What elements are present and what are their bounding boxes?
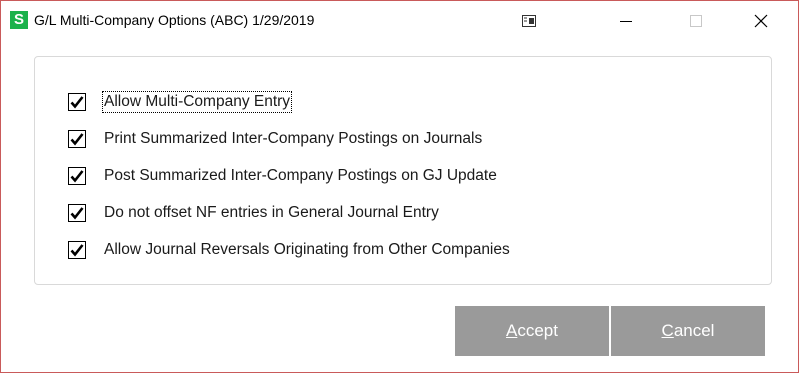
checkmark-icon	[70, 133, 84, 146]
title-bar[interactable]: S G/L Multi-Company Options (ABC) 1/29/2…	[1, 1, 798, 41]
close-button[interactable]	[738, 1, 784, 41]
checkbox[interactable]	[68, 130, 86, 148]
option-do-not-offset-nf-entries[interactable]: Do not offset NF entries in General Jour…	[68, 202, 439, 224]
option-post-summarized-postings[interactable]: Post Summarized Inter-Company Postings o…	[68, 165, 497, 187]
checkmark-icon	[70, 96, 84, 109]
options-dialog: S G/L Multi-Company Options (ABC) 1/29/2…	[0, 0, 799, 373]
maximize-icon	[690, 15, 702, 27]
checkbox[interactable]	[68, 167, 86, 185]
window-snap-icon	[522, 15, 536, 27]
cancel-button[interactable]: Cancel	[611, 306, 765, 356]
minimize-button[interactable]	[603, 1, 649, 41]
maximize-button[interactable]	[673, 1, 719, 41]
close-icon	[754, 14, 768, 28]
option-label: Post Summarized Inter-Company Postings o…	[104, 167, 497, 184]
option-allow-multi-company-entry[interactable]: Allow Multi-Company Entry	[68, 91, 293, 113]
accept-hotkey: A	[506, 321, 518, 340]
option-print-summarized-postings[interactable]: Print Summarized Inter-Company Postings …	[68, 128, 482, 150]
accept-button[interactable]: Accept	[455, 306, 609, 356]
checkmark-icon	[70, 244, 84, 257]
sage-s-icon: S	[10, 11, 28, 29]
accept-label: ccept	[517, 321, 558, 340]
option-label: Allow Journal Reversals Originating from…	[104, 241, 510, 258]
options-group: Allow Multi-Company Entry Print Summariz…	[34, 56, 772, 285]
cancel-hotkey: C	[661, 321, 674, 340]
checkbox[interactable]	[68, 241, 86, 259]
minimize-icon	[620, 21, 632, 22]
checkmark-icon	[70, 170, 84, 183]
option-label: Allow Multi-Company Entry	[101, 91, 293, 113]
cancel-label: ancel	[673, 321, 715, 340]
window-title: G/L Multi-Company Options (ABC) 1/29/201…	[34, 12, 315, 28]
option-allow-journal-reversals[interactable]: Allow Journal Reversals Originating from…	[68, 239, 510, 261]
checkbox[interactable]	[68, 93, 86, 111]
window-snap-button[interactable]	[506, 1, 552, 41]
checkbox[interactable]	[68, 204, 86, 222]
option-label: Print Summarized Inter-Company Postings …	[104, 130, 483, 147]
checkmark-icon	[70, 207, 84, 220]
option-label: Do not offset NF entries in General Jour…	[104, 204, 439, 221]
